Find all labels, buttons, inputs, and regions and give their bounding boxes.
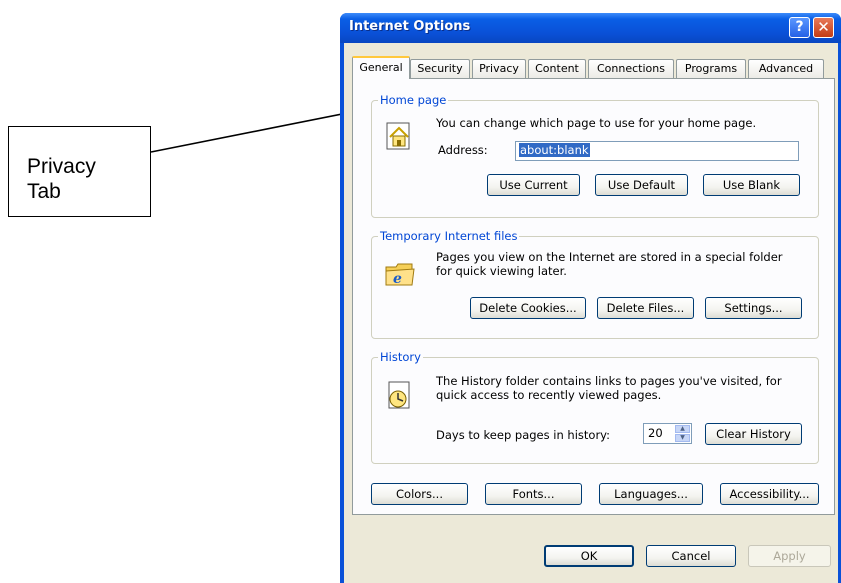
- ie-folder-icon: e: [385, 263, 415, 287]
- history-legend: History: [378, 350, 423, 364]
- general-tab-panel: Home page You can change which page to u…: [352, 78, 835, 515]
- tab-general[interactable]: General: [352, 56, 410, 79]
- address-input[interactable]: about:blank: [515, 141, 799, 161]
- dialog-client: General Security Privacy Content Connect…: [344, 43, 838, 583]
- tab-programs[interactable]: Programs: [676, 59, 746, 78]
- delete-files-button[interactable]: Delete Files...: [597, 297, 694, 319]
- address-value: about:blank: [519, 143, 590, 157]
- colors-button[interactable]: Colors...: [371, 483, 468, 505]
- use-default-button[interactable]: Use Default: [595, 174, 688, 196]
- apply-button[interactable]: Apply: [748, 545, 831, 567]
- temp-files-description-2: for quick viewing later.: [436, 264, 567, 278]
- temp-files-legend: Temporary Internet files: [378, 229, 520, 243]
- house-page-icon: [386, 122, 410, 150]
- callout-text-line1: Privacy: [27, 155, 96, 178]
- accessibility-button[interactable]: Accessibility...: [720, 483, 819, 505]
- tab-advanced[interactable]: Advanced: [748, 59, 824, 78]
- use-blank-button[interactable]: Use Blank: [703, 174, 800, 196]
- svg-text:e: e: [393, 271, 402, 287]
- tab-connections[interactable]: Connections: [588, 59, 674, 78]
- history-description-1: The History folder contains links to pag…: [436, 374, 782, 388]
- tab-content[interactable]: Content: [528, 59, 586, 78]
- tab-security[interactable]: Security: [410, 59, 470, 78]
- spinner-up-icon[interactable]: ▲: [675, 425, 690, 433]
- close-button[interactable]: ✕: [813, 17, 834, 38]
- help-button[interactable]: ?: [789, 17, 810, 38]
- cancel-button[interactable]: Cancel: [646, 545, 736, 567]
- home-page-group: Home page You can change which page to u…: [371, 93, 819, 218]
- history-group: History The History folder contains link…: [371, 350, 819, 464]
- address-label: Address:: [438, 143, 488, 157]
- languages-button[interactable]: Languages...: [599, 483, 703, 505]
- clear-history-button[interactable]: Clear History: [705, 423, 802, 445]
- spinner-down-icon[interactable]: ▼: [675, 434, 690, 442]
- days-label: Days to keep pages in history:: [436, 428, 611, 442]
- settings-button[interactable]: Settings...: [705, 297, 802, 319]
- temp-files-group: Temporary Internet files e Pages you vie…: [371, 229, 819, 339]
- tab-privacy[interactable]: Privacy: [472, 59, 526, 78]
- home-page-legend: Home page: [378, 93, 449, 107]
- fonts-button[interactable]: Fonts...: [485, 483, 582, 505]
- days-spinner[interactable]: 20 ▲ ▼: [643, 423, 692, 444]
- home-page-description: You can change which page to use for you…: [436, 116, 757, 130]
- privacy-tab-callout: Privacy Tab: [8, 126, 151, 217]
- delete-cookies-button[interactable]: Delete Cookies...: [470, 297, 586, 319]
- history-clock-icon: [388, 381, 410, 409]
- title-bar[interactable]: Internet Options ? ✕: [340, 13, 841, 43]
- days-value: 20: [648, 426, 663, 440]
- history-description-2: quick access to recently viewed pages.: [436, 388, 662, 402]
- use-current-button[interactable]: Use Current: [487, 174, 580, 196]
- temp-files-description-1: Pages you view on the Internet are store…: [436, 250, 783, 264]
- callout-text-line2: Tab: [27, 180, 61, 203]
- ok-button[interactable]: OK: [544, 545, 634, 567]
- window-title: Internet Options: [349, 19, 471, 34]
- internet-options-window: Internet Options ? ✕ General Security Pr…: [340, 13, 841, 583]
